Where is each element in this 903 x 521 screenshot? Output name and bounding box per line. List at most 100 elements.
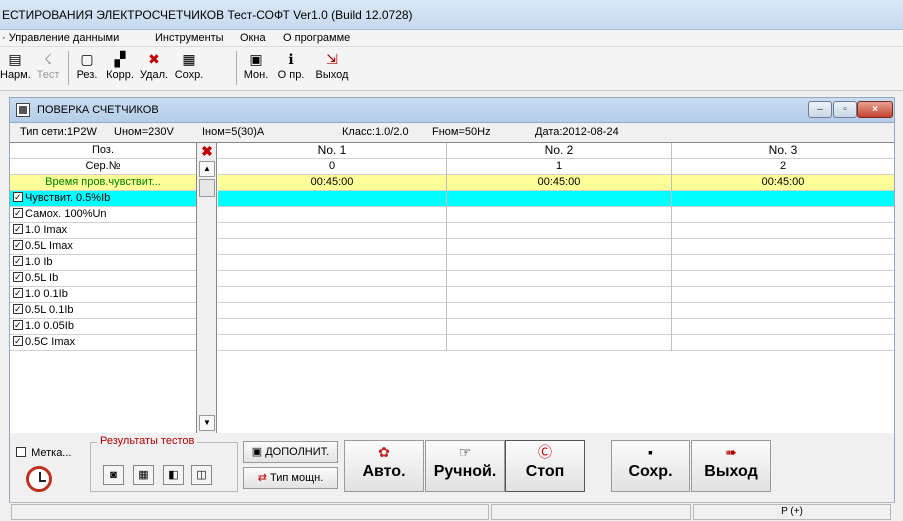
- minimize-button[interactable]: –: [808, 101, 832, 118]
- menu-about[interactable]: О программе: [283, 32, 350, 44]
- checkbox[interactable]: [13, 224, 23, 234]
- time-cell[interactable]: 00:45:00: [672, 175, 894, 191]
- metka-label: Метка...: [31, 447, 72, 459]
- result-row[interactable]: [218, 255, 894, 271]
- results-photo-button[interactable]: ◙: [103, 465, 124, 485]
- toolbar-about-button[interactable]: ℹ О пр.: [274, 49, 308, 89]
- delete-icon[interactable]: ✖: [200, 143, 214, 159]
- result-cell[interactable]: [218, 271, 447, 287]
- test-item[interactable]: 0.5L Imax: [10, 239, 196, 255]
- result-cell[interactable]: [447, 255, 672, 271]
- sensitivity-time-row[interactable]: Время пров.чувствит...: [10, 175, 196, 191]
- results-grid-button[interactable]: ◫: [191, 465, 212, 485]
- checkbox[interactable]: [13, 256, 23, 266]
- result-cell[interactable]: [218, 191, 447, 207]
- additional-button[interactable]: ▣ ДОПОЛНИТ.: [243, 441, 338, 463]
- fnom: Fном=50Hz: [432, 126, 491, 138]
- result-cell[interactable]: [447, 223, 672, 239]
- restore-button[interactable]: ▫: [833, 101, 857, 118]
- result-cell[interactable]: [447, 207, 672, 223]
- checkbox[interactable]: [13, 208, 23, 218]
- test-item[interactable]: 0.5L Ib: [10, 271, 196, 287]
- result-cell[interactable]: [447, 239, 672, 255]
- label-checkbox[interactable]: Метка...: [16, 446, 71, 459]
- delete-icon: ✖: [148, 51, 160, 67]
- scroll-down-button[interactable]: ▼: [199, 415, 215, 431]
- result-cell[interactable]: [447, 287, 672, 303]
- power-type-button[interactable]: ⇄ Тип мощн.: [243, 467, 338, 489]
- toolbar-delete-button[interactable]: ✖ Удал.: [138, 49, 170, 89]
- menu-data-management[interactable]: · Управление данными: [2, 32, 119, 44]
- serial-cell[interactable]: 2: [672, 159, 894, 175]
- time-cell[interactable]: 00:45:00: [218, 175, 447, 191]
- exit-button[interactable]: ➠ Выход: [691, 440, 771, 492]
- test-item[interactable]: 1.0 0.05Ib: [10, 319, 196, 335]
- result-cell[interactable]: [447, 271, 672, 287]
- results-table-button[interactable]: ▦: [133, 465, 154, 485]
- toolbar-correct-button[interactable]: ▞ Корр.: [104, 49, 136, 89]
- checkbox[interactable]: [13, 272, 23, 282]
- toolbar-save-button[interactable]: ▦ Сохр.: [172, 49, 206, 89]
- result-row[interactable]: [218, 319, 894, 335]
- result-cell[interactable]: [218, 303, 447, 319]
- checkbox[interactable]: [13, 304, 23, 314]
- save-button[interactable]: ▪ Сохр.: [611, 440, 690, 492]
- close-button[interactable]: ×: [857, 101, 893, 118]
- result-cell[interactable]: [218, 239, 447, 255]
- test-item[interactable]: 1.0 0.1Ib: [10, 287, 196, 303]
- scroll-up-button[interactable]: ▲: [199, 161, 215, 177]
- result-cell[interactable]: [218, 335, 447, 351]
- meter-column-header[interactable]: No. 2: [447, 143, 672, 159]
- result-row[interactable]: [218, 303, 894, 319]
- auto-button[interactable]: ✿ Авто.: [344, 440, 424, 492]
- toolbar-test-button[interactable]: ☇ Тест: [33, 49, 63, 89]
- toolbar-about-label: О пр.: [277, 69, 305, 81]
- result-row[interactable]: [218, 191, 894, 207]
- toolbar-results-button[interactable]: ▢ Рез.: [72, 49, 102, 89]
- time-cell[interactable]: 00:45:00: [447, 175, 672, 191]
- serial-cell[interactable]: 1: [447, 159, 672, 175]
- result-row[interactable]: [218, 223, 894, 239]
- meter-column-header[interactable]: No. 1: [218, 143, 447, 159]
- manual-button[interactable]: ☞ Ручной.: [425, 440, 505, 492]
- result-cell[interactable]: [218, 255, 447, 271]
- child-title-bar: ПОВЕРКА СЧЕТЧИКОВ – ▫ ×: [10, 98, 894, 123]
- menu-windows[interactable]: Окна: [240, 32, 266, 44]
- test-item[interactable]: 1.0 Ib: [10, 255, 196, 271]
- checkbox[interactable]: [13, 320, 23, 330]
- checkbox[interactable]: [13, 192, 23, 202]
- meter-header-row: No. 1 No. 2 No. 3: [218, 143, 894, 159]
- result-row[interactable]: [218, 239, 894, 255]
- meter-column-header[interactable]: No. 3: [672, 143, 894, 159]
- results-image-button[interactable]: ◧: [163, 465, 184, 485]
- result-cell[interactable]: [447, 335, 672, 351]
- result-row[interactable]: [218, 335, 894, 351]
- result-cell[interactable]: [218, 207, 447, 223]
- result-cell[interactable]: [218, 287, 447, 303]
- test-item[interactable]: 0.5L 0.1Ib: [10, 303, 196, 319]
- result-row[interactable]: [218, 287, 894, 303]
- test-item[interactable]: 0.5C Imax: [10, 335, 196, 351]
- vertical-scrollbar[interactable]: ✖ ▲ ▼: [197, 143, 217, 433]
- checkbox[interactable]: [16, 447, 26, 457]
- toolbar-params-button[interactable]: ▤ Нарм.: [0, 49, 31, 89]
- result-cell[interactable]: [447, 191, 672, 207]
- test-item[interactable]: 1.0 Imax: [10, 223, 196, 239]
- scroll-thumb[interactable]: [199, 179, 215, 197]
- checkbox[interactable]: [13, 288, 23, 298]
- checkbox[interactable]: [13, 240, 23, 250]
- result-cell[interactable]: [218, 319, 447, 335]
- result-cell[interactable]: [447, 319, 672, 335]
- result-cell[interactable]: [447, 303, 672, 319]
- stop-button[interactable]: Ⓒ Стоп: [505, 440, 585, 492]
- serial-cell[interactable]: 0: [218, 159, 447, 175]
- checkbox[interactable]: [13, 336, 23, 346]
- test-item[interactable]: Чувствит. 0.5%Ib: [10, 191, 196, 207]
- result-row[interactable]: [218, 207, 894, 223]
- toolbar-exit-button[interactable]: ⇲ Выход: [312, 49, 352, 89]
- result-cell[interactable]: [218, 223, 447, 239]
- toolbar-monitor-button[interactable]: ▣ Мон.: [241, 49, 271, 89]
- menu-tools[interactable]: Инструменты: [155, 32, 224, 44]
- result-row[interactable]: [218, 271, 894, 287]
- test-item[interactable]: Самох. 100%Un: [10, 207, 196, 223]
